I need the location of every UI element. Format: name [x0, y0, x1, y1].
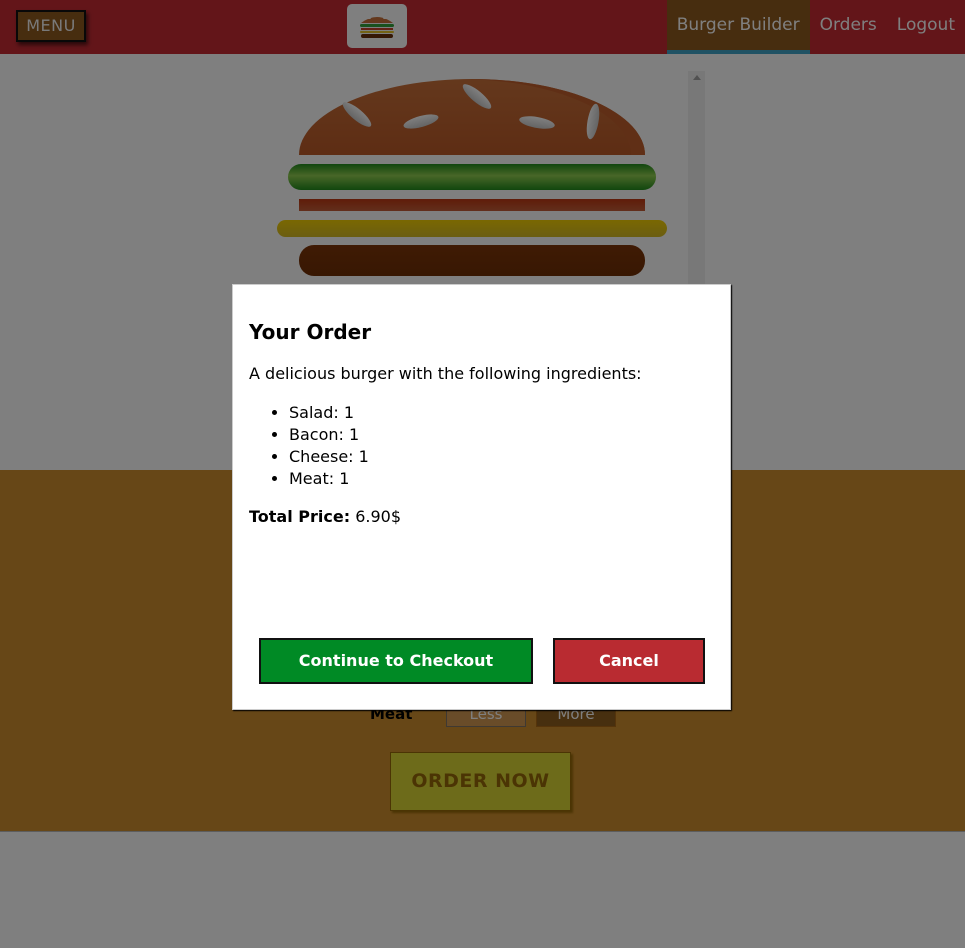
list-item: Salad: 1 — [289, 402, 369, 424]
total-price: Total Price: 6.90$ — [249, 507, 401, 526]
ingredient-list: Salad: 1 Bacon: 1 Cheese: 1 Meat: 1 — [289, 402, 369, 490]
list-item: Meat: 1 — [289, 468, 369, 490]
total-price-label: Total Price: — [249, 507, 351, 526]
list-item: Bacon: 1 — [289, 424, 369, 446]
order-summary-modal: Your Order A delicious burger with the f… — [232, 284, 731, 710]
list-item: Cheese: 1 — [289, 446, 369, 468]
continue-to-checkout-button[interactable]: Continue to Checkout — [259, 638, 533, 684]
cancel-button[interactable]: Cancel — [553, 638, 705, 684]
total-price-value: 6.90$ — [355, 507, 402, 526]
modal-description: A delicious burger with the following in… — [249, 364, 642, 383]
modal-title: Your Order — [249, 320, 372, 344]
